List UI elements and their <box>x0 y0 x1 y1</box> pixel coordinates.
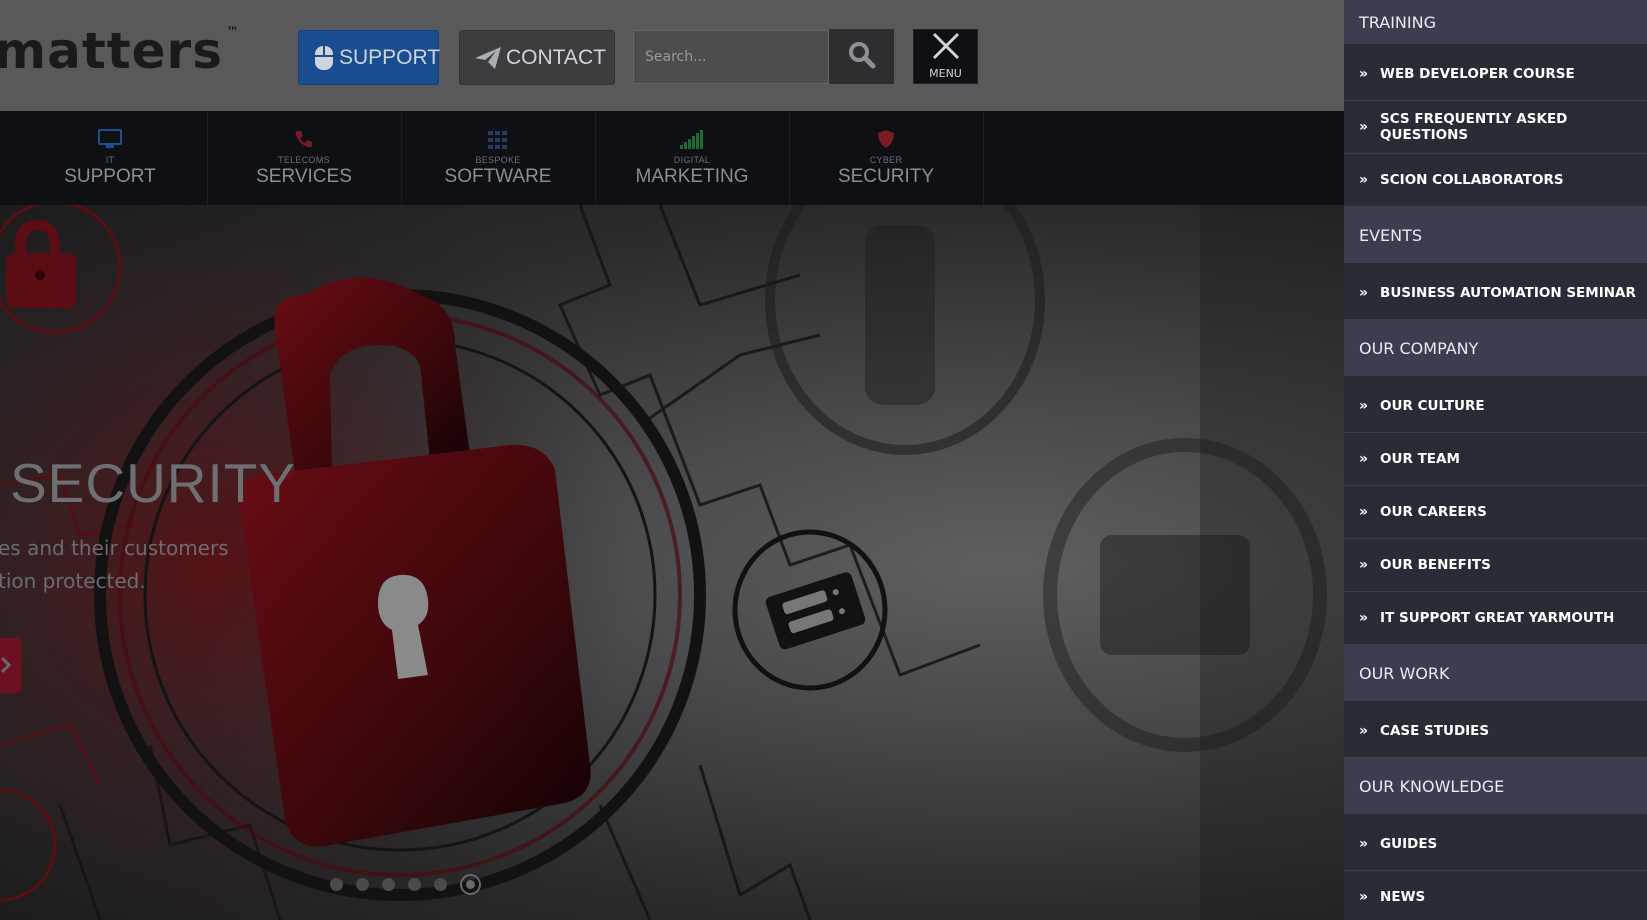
logo-trademark: ™ <box>225 25 240 41</box>
menu-section-training[interactable]: TRAINING <box>1344 0 1647 48</box>
search-icon <box>848 41 876 73</box>
hero-cta-button[interactable] <box>0 638 21 693</box>
menu-item-news[interactable]: » NEWS <box>1344 871 1647 920</box>
hero-slider: SECURITY es and their customers tion pro… <box>0 205 1344 920</box>
contact-button-label: CONTACT <box>506 45 606 69</box>
nav-small-label: BESPOKE <box>475 155 521 165</box>
menu-item-business-automation-seminar[interactable]: » BUSINESS AUTOMATION SEMINAR <box>1344 267 1647 320</box>
menu-item-our-benefits[interactable]: » OUR BENEFITS <box>1344 539 1647 592</box>
bullet-icon: » <box>1359 723 1369 739</box>
menu-item-label: OUR TEAM <box>1380 451 1460 467</box>
bullet-icon: » <box>1359 398 1369 414</box>
bullet-icon: » <box>1359 172 1369 188</box>
bullet-icon: » <box>1359 451 1369 467</box>
nav-cyber-security[interactable]: CYBER SECURITY <box>789 111 984 205</box>
paper-plane-icon <box>474 46 502 70</box>
menu-item-guides[interactable]: » GUIDES <box>1344 818 1647 871</box>
bullet-icon: » <box>1359 889 1369 905</box>
menu-section-our-work[interactable]: OUR WORK <box>1344 645 1647 705</box>
slider-dot[interactable] <box>408 878 421 891</box>
menu-item-label: WEB DEVELOPER COURSE <box>1380 66 1575 82</box>
support-button-label: SUPPORT <box>339 45 441 69</box>
grid-icon <box>488 127 508 149</box>
menu-section-label: OUR WORK <box>1359 663 1450 683</box>
main-navigation: IT SUPPORT TELECOMS SERVICES BESPOKE SOF… <box>0 111 1344 205</box>
bullet-icon: » <box>1359 285 1369 301</box>
mouse-icon <box>313 45 335 71</box>
hero-title: SECURITY <box>10 452 297 514</box>
menu-item-scion-collaborators[interactable]: » SCION COLLABORATORS <box>1344 154 1647 207</box>
slider-dot[interactable] <box>434 878 447 891</box>
bullet-icon: » <box>1359 119 1369 135</box>
search-button[interactable] <box>829 29 894 84</box>
signal-icon <box>680 127 704 149</box>
nav-bespoke-software[interactable]: BESPOKE SOFTWARE <box>401 111 596 205</box>
menu-item-our-team[interactable]: » OUR TEAM <box>1344 433 1647 486</box>
hero-subtitle-line: tion protected. <box>0 569 146 593</box>
menu-item-label: GUIDES <box>1380 836 1438 852</box>
menu-item-label: SCION COLLABORATORS <box>1380 172 1564 188</box>
bullet-icon: » <box>1359 836 1369 852</box>
nav-small-label: CYBER <box>869 155 903 165</box>
nav-it-support[interactable]: IT SUPPORT <box>13 111 208 205</box>
menu-item-case-studies[interactable]: » CASE STUDIES <box>1344 705 1647 758</box>
menu-section-events[interactable]: EVENTS <box>1344 207 1647 267</box>
menu-item-label: BUSINESS AUTOMATION SEMINAR <box>1380 285 1636 301</box>
search-input[interactable] <box>634 31 828 83</box>
menu-item-label: NEWS <box>1380 889 1426 905</box>
close-icon <box>930 30 962 66</box>
slider-dots <box>330 874 494 895</box>
menu-item-our-careers[interactable]: » OUR CAREERS <box>1344 486 1647 539</box>
slider-dot-active[interactable] <box>460 874 481 895</box>
menu-item-label: OUR CULTURE <box>1380 398 1485 414</box>
nav-digital-marketing[interactable]: DIGITAL MARKETING <box>595 111 790 205</box>
nav-small-label: IT <box>105 155 115 165</box>
menu-item-label: SCS FREQUENTLY ASKED QUESTIONS <box>1380 111 1568 143</box>
bullet-icon: » <box>1359 66 1369 82</box>
bullet-icon: » <box>1359 557 1369 573</box>
nav-telecoms-services[interactable]: TELECOMS SERVICES <box>207 111 402 205</box>
logo-text: matters <box>0 22 223 80</box>
side-menu: TRAINING » WEB DEVELOPER COURSE » SCS FREQ… <box>1344 0 1647 920</box>
slider-dot[interactable] <box>356 878 369 891</box>
menu-item-label: CASE STUDIES <box>1380 723 1490 739</box>
chevron-right-icon <box>0 656 12 674</box>
menu-section-label: OUR KNOWLEDGE <box>1359 776 1505 796</box>
monitor-icon <box>98 127 122 149</box>
site-header: matters™ SUPPORT CONTACT MENU <box>0 0 1344 111</box>
menu-close-button[interactable]: MENU <box>913 29 978 84</box>
menu-section-label: TRAINING <box>1359 12 1436 32</box>
search-field[interactable] <box>633 30 829 84</box>
site-logo[interactable]: matters ™ <box>0 22 240 80</box>
nav-small-label: TELECOMS <box>278 155 330 165</box>
menu-item-scs-faq[interactable]: » SCS FREQUENTLY ASKED QUESTIONS <box>1344 101 1647 154</box>
hero-subtitle: es and their customers tion protected. <box>0 532 298 598</box>
menu-item-label: IT SUPPORT GREAT YARMOUTH <box>1380 610 1615 626</box>
menu-item-it-support-great-yarmouth[interactable]: » IT SUPPORT GREAT YARMOUTH <box>1344 592 1647 645</box>
contact-button[interactable]: CONTACT <box>459 30 615 85</box>
menu-section-label: OUR COMPANY <box>1359 338 1479 358</box>
bullet-icon: » <box>1359 610 1369 626</box>
nav-big-label: SUPPORT <box>64 166 156 187</box>
menu-section-our-company[interactable]: OUR COMPANY <box>1344 320 1647 380</box>
menu-item-our-culture[interactable]: » OUR CULTURE <box>1344 380 1647 433</box>
nav-small-label: DIGITAL <box>673 155 711 165</box>
hero-subtitle-line: es and their customers <box>0 536 229 560</box>
slider-dot[interactable] <box>330 878 343 891</box>
nav-big-label: SERVICES <box>256 166 352 187</box>
nav-big-label: MARKETING <box>635 166 749 187</box>
menu-item-web-developer-course[interactable]: » WEB DEVELOPER COURSE <box>1344 48 1647 101</box>
shield-icon <box>877 127 895 149</box>
support-button[interactable]: SUPPORT <box>298 30 441 85</box>
bullet-icon: » <box>1359 504 1369 520</box>
slider-dot[interactable] <box>382 878 395 891</box>
menu-label: MENU <box>929 67 962 80</box>
menu-item-label: OUR CAREERS <box>1380 504 1487 520</box>
menu-section-label: EVENTS <box>1359 225 1423 245</box>
menu-item-label: OUR BENEFITS <box>1380 557 1491 573</box>
nav-big-label: SOFTWARE <box>444 166 552 187</box>
menu-section-our-knowledge[interactable]: OUR KNOWLEDGE <box>1344 758 1647 818</box>
phone-icon <box>294 127 314 149</box>
nav-big-label: SECURITY <box>837 166 935 187</box>
